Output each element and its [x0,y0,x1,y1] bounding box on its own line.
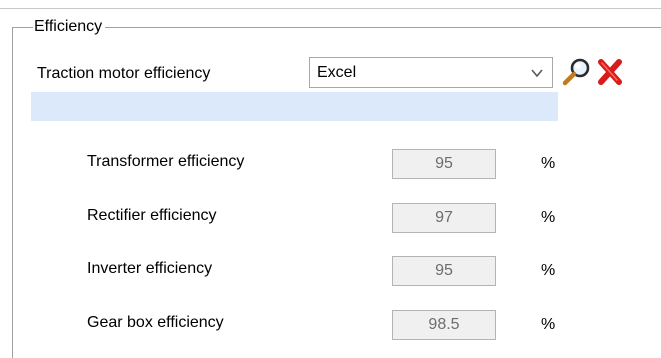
rectifier-efficiency-unit: % [541,209,556,226]
rectifier-efficiency-field[interactable]: 97 [392,203,496,233]
traction-motor-select-value: Excel [317,64,357,81]
inverter-efficiency-field[interactable]: 95 [392,256,496,286]
inverter-efficiency-unit: % [541,262,556,279]
gear-box-efficiency-field[interactable]: 98.5 [392,310,496,340]
transformer-efficiency-field[interactable]: 95 [392,149,496,179]
traction-info-bar [31,92,558,121]
gear-box-efficiency-label: Gear box efficiency [87,314,224,331]
traction-motor-label: Traction motor efficiency [37,65,211,82]
red-x-icon[interactable] [594,56,626,88]
group-title: Efficiency [33,17,106,37]
rectifier-efficiency-label: Rectifier efficiency [87,207,217,224]
transformer-efficiency-unit: % [541,155,556,172]
traction-motor-select[interactable]: Excel [309,57,553,88]
magnifier-icon[interactable] [561,56,593,88]
gear-box-efficiency-unit: % [541,316,556,333]
chevron-down-icon[interactable] [530,66,544,80]
top-divider [0,8,661,9]
transformer-efficiency-label: Transformer efficiency [87,153,245,170]
inverter-efficiency-label: Inverter efficiency [87,260,213,277]
